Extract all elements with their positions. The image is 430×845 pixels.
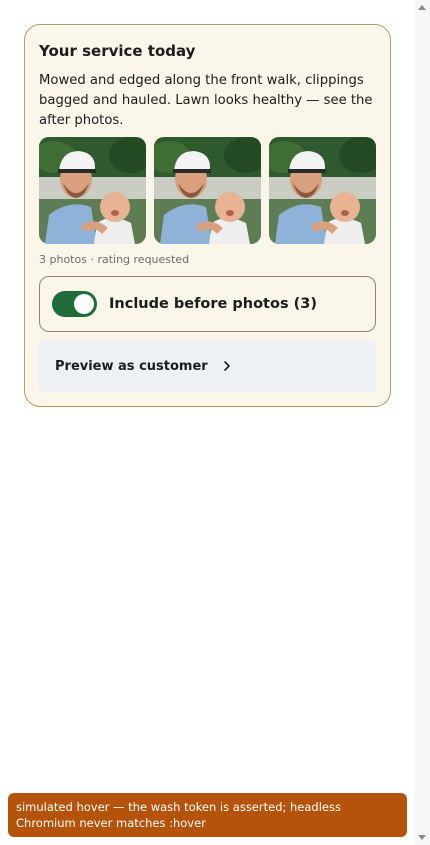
- service-summary-card: Your service today Mowed and edged along…: [24, 24, 391, 407]
- after-photo-3[interactable]: [269, 137, 376, 244]
- service-notes: Mowed and edged along the front walk, cl…: [39, 73, 373, 128]
- preview-label: Preview as customer: [55, 358, 208, 374]
- include-before-photos-row[interactable]: Include before photos (3): [39, 276, 376, 332]
- card-title: Your service today: [39, 42, 196, 60]
- preview-as-customer-button[interactable]: Preview as customer: [39, 340, 376, 392]
- after-photo-2[interactable]: [154, 137, 261, 244]
- photo-strip: [39, 137, 376, 244]
- chevron-right-icon: [223, 361, 230, 371]
- photo-count-meta: 3 photos · rating requested: [39, 253, 190, 266]
- include-before-photos-toggle[interactable]: [52, 291, 97, 317]
- hover-simulation-notice: simulated hover — the wash token is asse…: [8, 793, 407, 837]
- scroll-down-arrow-icon[interactable]: [418, 835, 426, 840]
- after-photo-1[interactable]: [39, 137, 146, 244]
- include-before-photos-label: Include before photos (3): [109, 296, 317, 312]
- toggle-knob: [74, 294, 94, 314]
- page-scrollbar[interactable]: [415, 0, 430, 845]
- scroll-up-arrow-icon[interactable]: [418, 5, 426, 10]
